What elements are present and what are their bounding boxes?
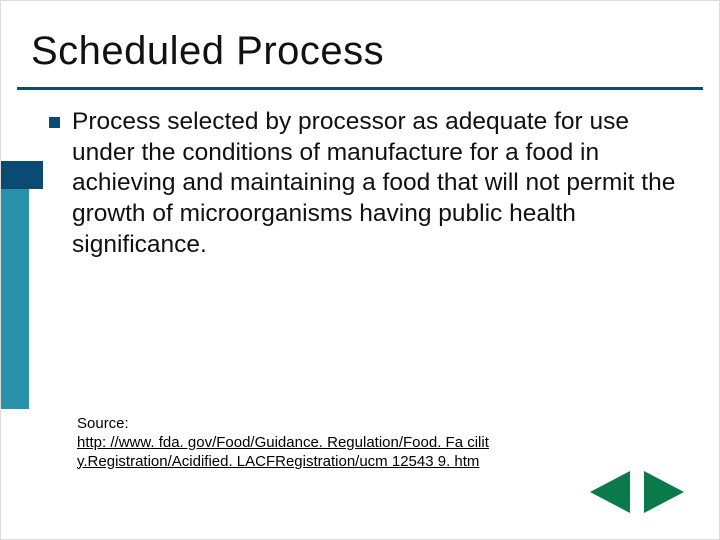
body-area: Process selected by processor as adequat… bbox=[49, 107, 689, 260]
source-label: Source: bbox=[77, 415, 497, 434]
accent-bar-vertical bbox=[1, 161, 29, 409]
source-link[interactable]: http: //www. fda. gov/Food/Guidance. Reg… bbox=[77, 434, 489, 470]
slide: Scheduled Process Process selected by pr… bbox=[0, 0, 720, 540]
bullet-item: Process selected by processor as adequat… bbox=[49, 107, 689, 260]
next-button[interactable] bbox=[641, 471, 687, 513]
bullet-square-icon bbox=[49, 117, 60, 128]
slide-title: Scheduled Process bbox=[31, 29, 384, 74]
triangle-left-icon bbox=[590, 471, 630, 513]
title-underline bbox=[17, 87, 703, 90]
prev-button[interactable] bbox=[587, 471, 633, 513]
source-citation: Source: http: //www. fda. gov/Food/Guida… bbox=[77, 415, 497, 471]
nav-controls bbox=[587, 471, 687, 513]
triangle-right-icon bbox=[644, 471, 684, 513]
bullet-text: Process selected by processor as adequat… bbox=[72, 107, 689, 260]
accent-bar-horizontal bbox=[1, 161, 43, 189]
